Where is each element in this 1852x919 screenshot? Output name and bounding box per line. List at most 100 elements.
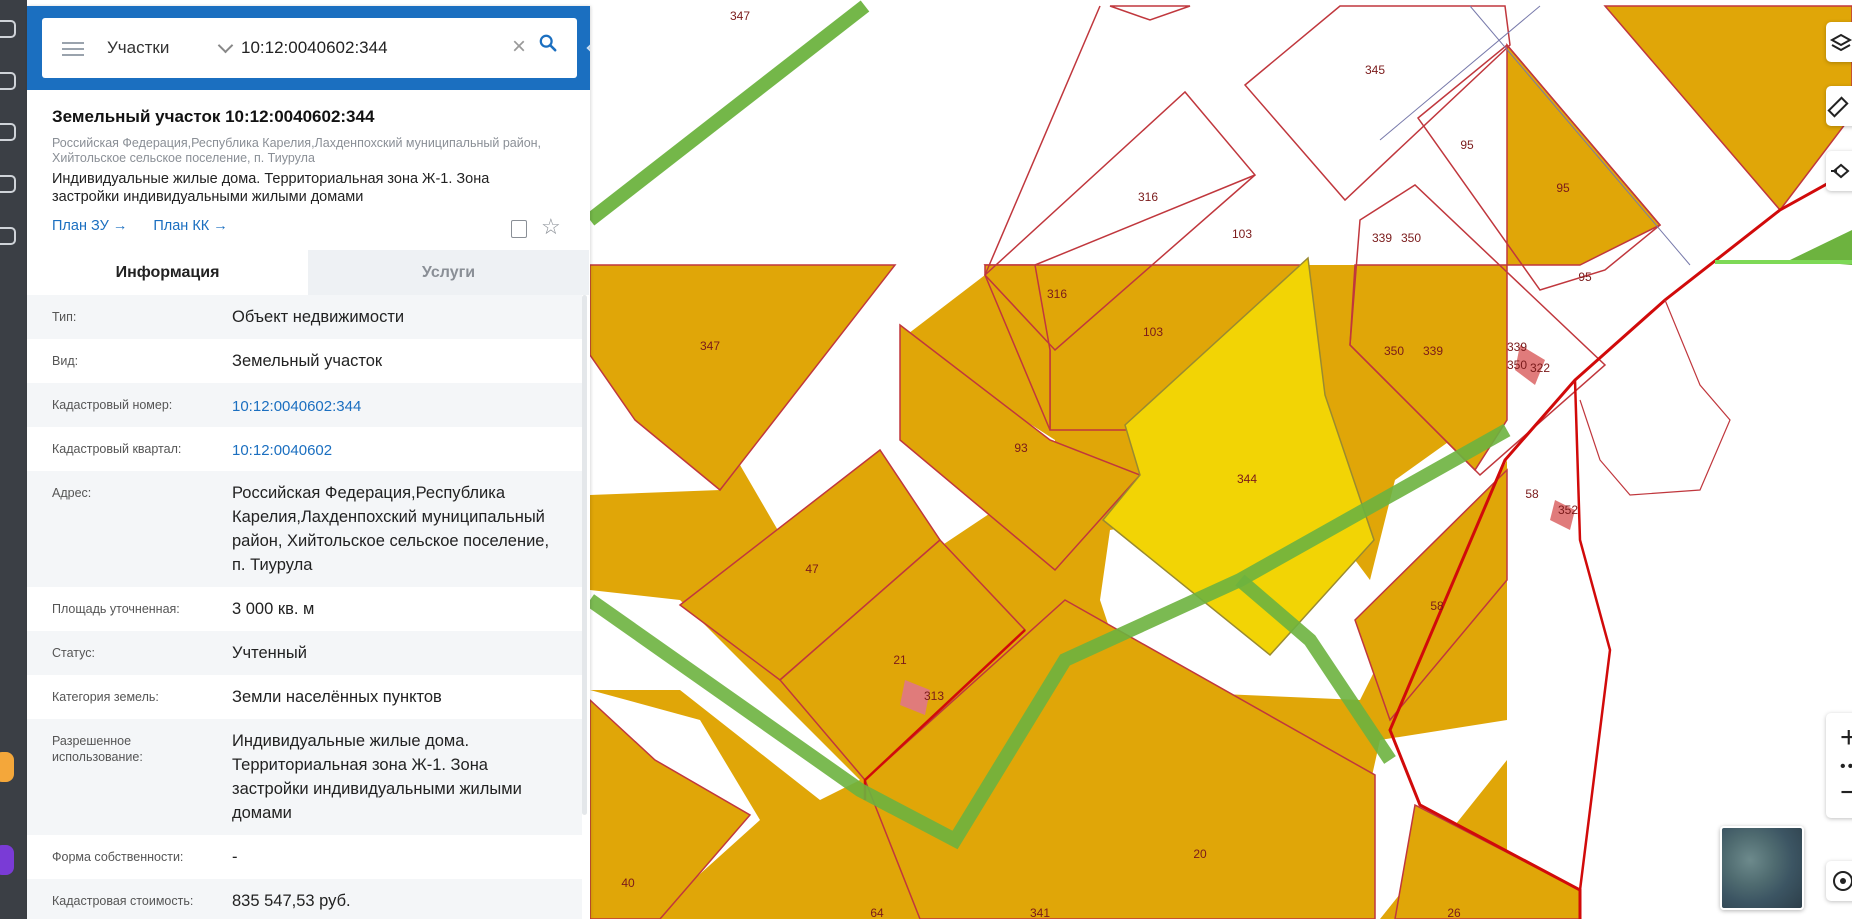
parcel-label: 103	[1143, 325, 1163, 339]
search-icon[interactable]	[539, 34, 557, 52]
dock-icon[interactable]	[0, 123, 16, 141]
ruler-icon	[1827, 96, 1849, 118]
info-label: Площадь уточненная:	[52, 602, 180, 616]
plan-zu-link[interactable]: План ЗУ →	[52, 218, 127, 234]
plan-links: План ЗУ → План КК →	[52, 218, 250, 234]
info-label: Кадастровый квартал:	[52, 442, 182, 456]
info-value: -	[232, 848, 238, 866]
info-row: Форма собственности: -	[27, 835, 582, 879]
parcel-description: Индивидуальные жилые дома. Территориальн…	[52, 171, 490, 205]
info-label: Категория земель:	[52, 690, 159, 704]
more-icon[interactable]: •••	[1840, 758, 1852, 776]
parcel-label: 103	[1232, 227, 1252, 241]
search-input[interactable]: 10:12:0040602:344	[241, 38, 388, 58]
scrollbar[interactable]	[582, 295, 587, 815]
star-icon[interactable]: ☆	[541, 214, 561, 240]
search-box: Участки 10:12:0040602:344 ×	[42, 18, 577, 78]
parcel-label: 93	[1014, 441, 1028, 455]
parcel-label: 347	[700, 339, 720, 353]
tab-services[interactable]: Услуги	[308, 250, 589, 295]
cadastral-number-link[interactable]: 10:12:0040602:344	[232, 395, 567, 419]
parcel-card: Земельный участок 10:12:0040602:344 Росс…	[27, 90, 590, 250]
cadastral-quarter-link[interactable]: 10:12:0040602	[232, 439, 567, 463]
tools-button[interactable]	[1826, 151, 1852, 191]
plan-kk-link[interactable]: План КК →	[153, 218, 227, 234]
zoom-out-button[interactable]: −	[1840, 778, 1852, 808]
parcel-label: 350	[1384, 344, 1404, 358]
parcel-label: 20	[1193, 847, 1207, 861]
info-value: Индивидуальные жилые дома. Территориальн…	[232, 732, 522, 822]
info-table: Тип: Объект недвижимости Вид: Земельный …	[27, 295, 582, 919]
info-value: Земли населённых пунктов	[232, 688, 442, 706]
document-search-icon[interactable]	[511, 220, 527, 238]
info-label: Кадастровая стоимость:	[52, 894, 194, 908]
info-label: Адрес:	[52, 486, 92, 500]
dock-icon[interactable]	[0, 227, 16, 245]
dock-icon[interactable]	[0, 175, 16, 193]
dock-app-icon[interactable]	[0, 752, 14, 782]
ruler-button[interactable]	[1826, 86, 1852, 126]
parcel-title: Земельный участок 10:12:0040602:344	[52, 107, 375, 126]
info-label: Разрешенное использование:	[52, 734, 143, 764]
parcel-label: 64	[870, 906, 884, 919]
dock-icon[interactable]	[0, 72, 16, 90]
info-label: Тип:	[52, 310, 77, 324]
chevron-down-icon[interactable]	[217, 37, 234, 54]
tab-information[interactable]: Информация	[27, 250, 308, 295]
info-row: Категория земель: Земли населённых пункт…	[27, 675, 582, 719]
info-row: Кадастровый квартал: 10:12:0040602	[27, 427, 582, 471]
parcel-label: 341	[1030, 906, 1050, 919]
parcel-address: Российская Федерация,Республика Карелия,…	[52, 136, 542, 165]
layers-icon	[1829, 33, 1852, 52]
parcel-label: 350	[1401, 231, 1421, 245]
search-header: Участки 10:12:0040602:344 ×	[27, 6, 590, 90]
parcel-label: 58	[1430, 599, 1444, 613]
parcel-label: 316	[1138, 190, 1158, 204]
info-value: 3 000 кв. м	[232, 600, 315, 618]
parcel-label: 352	[1558, 503, 1578, 517]
info-panel: Участки 10:12:0040602:344 × Земельный уч…	[27, 6, 590, 919]
info-label: Статус:	[52, 646, 95, 660]
info-row: Кадастровый номер: 10:12:0040602:344	[27, 383, 582, 427]
parcel-label: 95	[1578, 270, 1592, 284]
info-row: Кадастровая стоимость: 835 547,53 руб.	[27, 879, 582, 919]
dock-app-icon[interactable]	[0, 845, 14, 875]
clear-icon[interactable]: ×	[512, 32, 526, 62]
info-label: Форма собственности:	[52, 850, 184, 864]
search-type-select[interactable]: Участки	[107, 38, 169, 58]
parcel-label: 313	[924, 689, 944, 703]
collapse-panel-icon[interactable]	[586, 39, 590, 57]
info-row: Тип: Объект недвижимости	[27, 295, 582, 339]
basemap-switcher[interactable]	[1720, 826, 1804, 910]
info-row: Разрешенное использование: Индивидуальны…	[27, 719, 582, 835]
info-label: Кадастровый номер:	[52, 398, 173, 412]
parcel-label: 339	[1423, 344, 1443, 358]
zoom-in-button[interactable]: +	[1840, 723, 1852, 753]
tools-icon	[1831, 163, 1850, 179]
tabs: Информация Услуги	[27, 250, 590, 295]
parcel-label: 58	[1525, 487, 1539, 501]
parcel-label: 339	[1372, 231, 1392, 245]
os-dock	[0, 0, 27, 919]
menu-icon[interactable]	[62, 42, 84, 56]
parcel-label: 345	[1365, 63, 1385, 77]
parcel-label: 26	[1447, 906, 1461, 919]
zoom-controls: + ••• −	[1826, 713, 1852, 818]
parcel-label: 344	[1237, 472, 1257, 486]
parcel-label: 95	[1460, 138, 1474, 152]
info-row: Статус: Учтенный	[27, 631, 582, 675]
info-value: Российская Федерация,Республика Карелия,…	[232, 484, 550, 574]
layers-button[interactable]	[1826, 22, 1852, 62]
geolocation-button[interactable]	[1826, 861, 1852, 901]
location-icon	[1833, 871, 1852, 891]
info-value: 835 547,53 руб.	[232, 892, 351, 910]
parcel-label: 95	[1556, 181, 1570, 195]
info-row: Вид: Земельный участок	[27, 339, 582, 383]
parcel-label: 40	[621, 876, 635, 890]
parcel-label: 347	[730, 9, 750, 23]
dock-icon[interactable]	[0, 20, 16, 38]
parcel-label: 316	[1047, 287, 1067, 301]
info-row: Адрес: Российская Федерация,Республика К…	[27, 471, 582, 587]
info-value: Объект недвижимости	[232, 308, 405, 326]
info-value: Земельный участок	[232, 352, 383, 370]
